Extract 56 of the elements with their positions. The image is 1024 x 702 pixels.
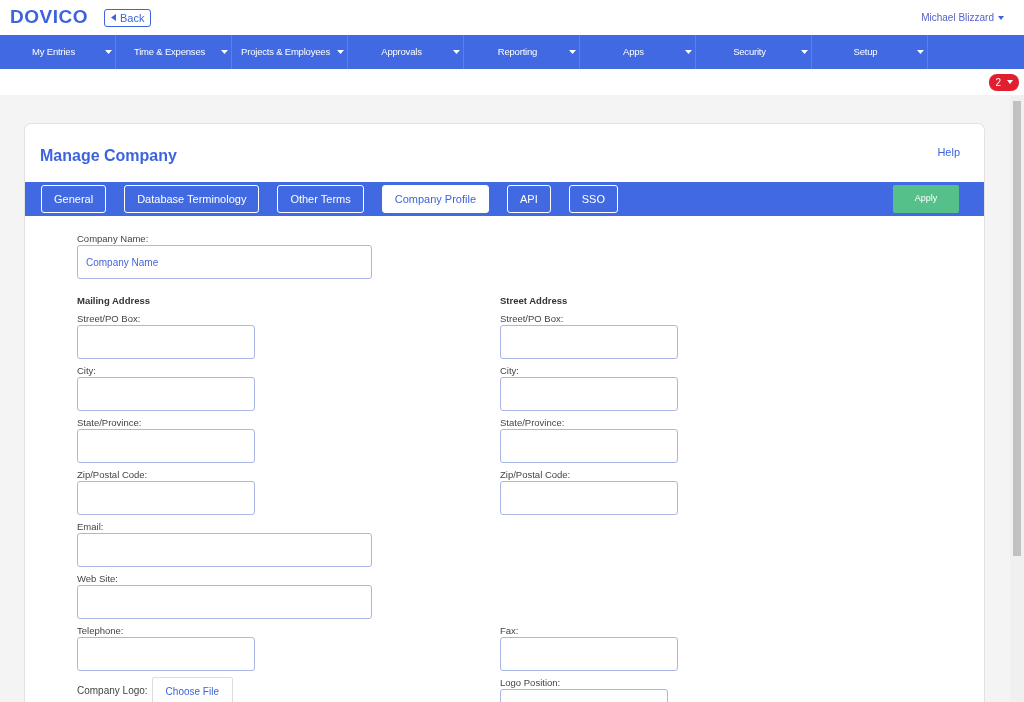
section-heading: Street Address xyxy=(500,295,569,307)
input-field[interactable] xyxy=(500,429,678,463)
input-field[interactable] xyxy=(77,637,255,671)
field-label: Logo Position: xyxy=(500,677,562,689)
field-label: Zip/Postal Code: xyxy=(500,469,572,481)
back-button[interactable]: Back xyxy=(103,8,152,27)
tab[interactable]: SSO xyxy=(568,185,618,213)
scrollbar-thumb[interactable] xyxy=(1013,101,1021,556)
input-field[interactable] xyxy=(500,325,678,359)
help-link[interactable]: Help xyxy=(937,144,960,161)
logo: DOVICO xyxy=(10,5,88,30)
input-field[interactable] xyxy=(77,429,255,463)
choose-file-button[interactable]: Choose File xyxy=(151,677,233,702)
caret-icon xyxy=(801,50,808,54)
field-label: State/Province: xyxy=(500,417,566,429)
tab[interactable]: Company Profile xyxy=(381,185,490,213)
scrollbar[interactable] xyxy=(1010,95,1024,702)
user-menu[interactable]: Michael Blizzard xyxy=(921,10,1004,25)
field-label: Zip/Postal Code: xyxy=(77,469,149,481)
field-label: Company Name: xyxy=(77,233,150,245)
input-field[interactable] xyxy=(77,325,255,359)
field-label: Company Logo: xyxy=(77,685,148,697)
caret-icon xyxy=(569,50,576,54)
notification-badge[interactable]: 2 xyxy=(989,73,1019,91)
section-heading: Mailing Address xyxy=(77,295,152,307)
field-label: Email: xyxy=(77,521,105,533)
input-field[interactable] xyxy=(77,585,372,619)
input-field[interactable]: Company Name xyxy=(77,245,372,279)
input-field[interactable] xyxy=(500,637,678,671)
caret-icon xyxy=(105,50,112,54)
input-field[interactable] xyxy=(500,481,678,515)
caret-icon xyxy=(337,50,344,54)
field-label: City: xyxy=(500,365,520,377)
input-field[interactable] xyxy=(77,377,255,411)
tab[interactable]: Database Terminology xyxy=(124,185,260,213)
caret-icon xyxy=(917,50,924,54)
input-field[interactable] xyxy=(77,533,372,567)
input-field[interactable] xyxy=(500,377,678,411)
caret-icon xyxy=(998,15,1004,20)
tab[interactable]: API xyxy=(507,185,551,213)
field-label: Street/PO Box: xyxy=(77,313,142,325)
tab[interactable]: General xyxy=(41,185,107,213)
field-label: City: xyxy=(77,365,97,377)
caret-icon xyxy=(1007,80,1013,84)
caret-icon xyxy=(685,50,692,54)
field-label: State/Province: xyxy=(77,417,143,429)
input-field[interactable] xyxy=(77,481,255,515)
field-label: Street/PO Box: xyxy=(500,313,565,325)
caret-icon xyxy=(221,50,228,54)
triangle-left-icon xyxy=(110,14,116,21)
field-label: Web Site: xyxy=(77,573,119,585)
caret-icon xyxy=(453,50,460,54)
field-label: Fax: xyxy=(500,625,520,637)
page-title: Manage Company xyxy=(40,146,177,166)
tab[interactable]: Other Terms xyxy=(277,185,364,213)
field-label: Telephone: xyxy=(77,625,125,637)
